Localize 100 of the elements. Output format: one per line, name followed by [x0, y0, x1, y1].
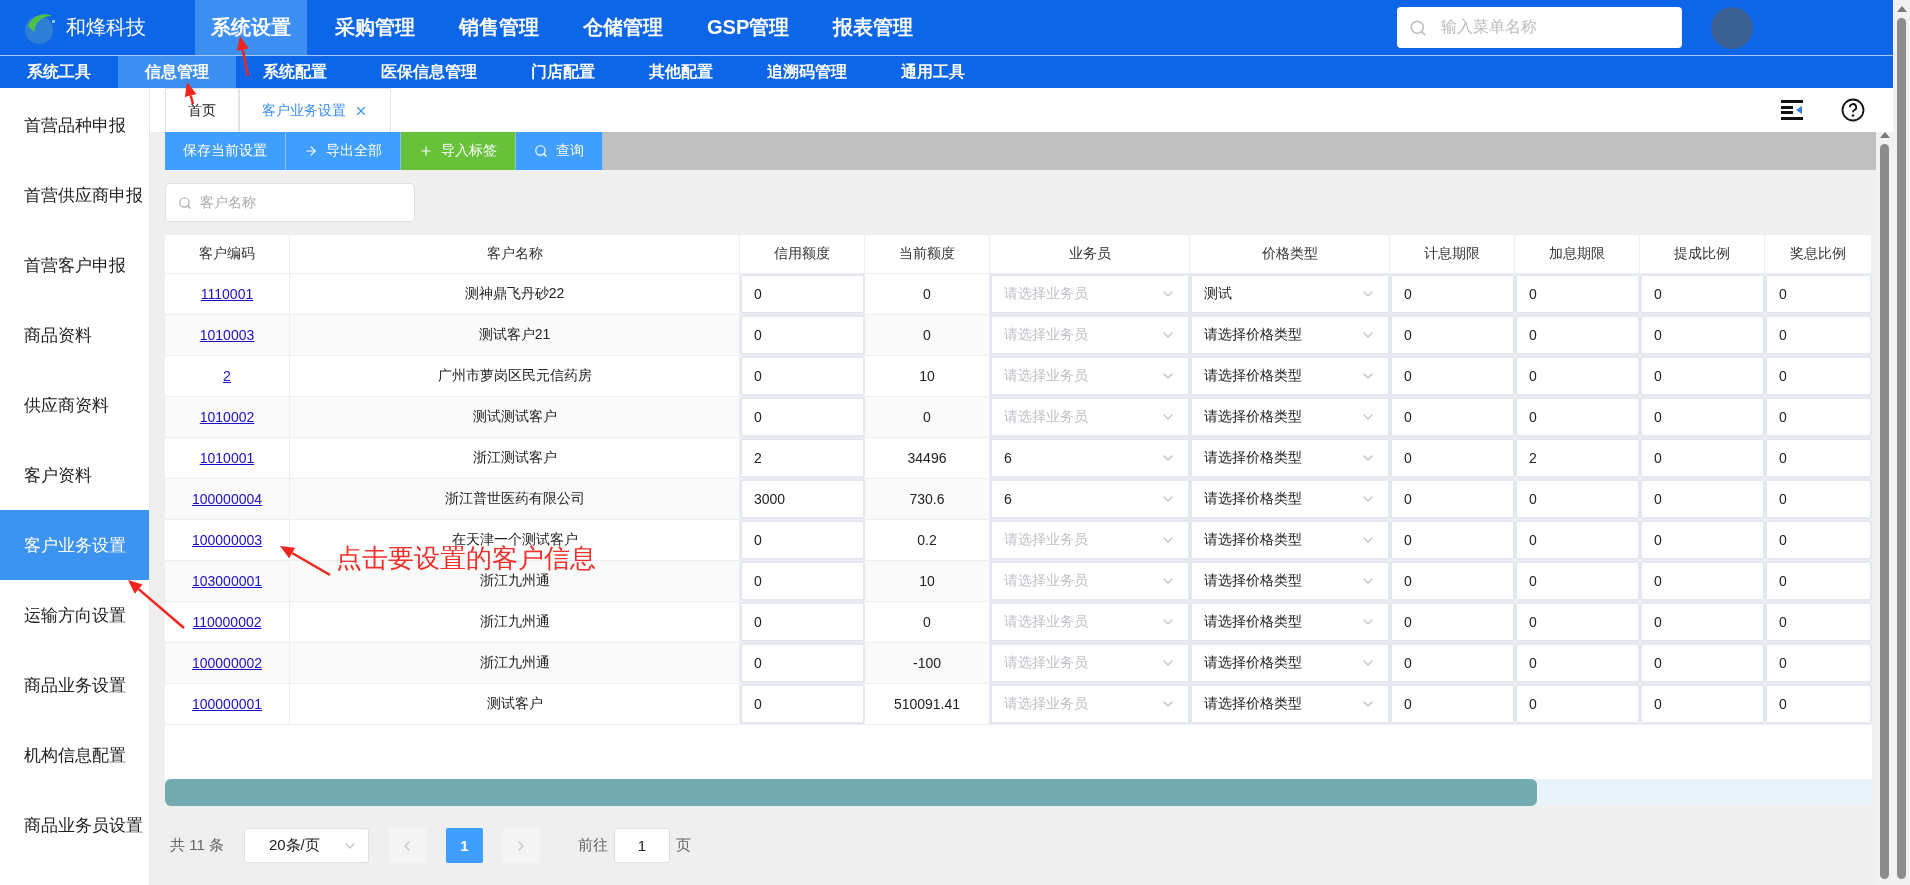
input-field[interactable]: 0: [1640, 643, 1765, 683]
sub-nav-tab[interactable]: 其他配置: [622, 56, 740, 88]
input-field[interactable]: 0: [1765, 438, 1872, 478]
input-field[interactable]: 0: [1765, 315, 1872, 355]
input-field[interactable]: 0: [1640, 561, 1765, 601]
input-field[interactable]: 0: [740, 602, 865, 642]
input-field[interactable]: 3000: [740, 479, 865, 519]
price-type-select[interactable]: 测试: [1190, 274, 1390, 314]
input-field[interactable]: 2: [740, 438, 865, 478]
input-field[interactable]: 0: [1515, 315, 1640, 355]
input-field[interactable]: 0: [1640, 274, 1765, 314]
page-tab[interactable]: 首页: [165, 88, 239, 132]
input-field[interactable]: 0: [1765, 397, 1872, 437]
price-type-select[interactable]: 请选择价格类型: [1190, 561, 1390, 601]
input-field[interactable]: 0: [1640, 356, 1765, 396]
input-field[interactable]: 0: [1390, 274, 1515, 314]
horizontal-scrollbar[interactable]: [165, 779, 1872, 806]
search-icon: [178, 195, 192, 210]
input-field[interactable]: 0: [1390, 397, 1515, 437]
top-nav-tab[interactable]: GSP管理: [691, 0, 806, 55]
page-scrollbar[interactable]: [1893, 0, 1910, 885]
input-field[interactable]: 0: [740, 397, 865, 437]
input-field[interactable]: 0: [1765, 520, 1872, 560]
salesman-select[interactable]: 6: [990, 438, 1190, 478]
input-field[interactable]: 0: [1640, 315, 1765, 355]
input-field[interactable]: 0: [1515, 274, 1640, 314]
customer-code-link[interactable]: 2: [223, 368, 231, 384]
price-type-select[interactable]: 请选择价格类型: [1190, 356, 1390, 396]
price-type-select[interactable]: 请选择价格类型: [1190, 643, 1390, 683]
input-field[interactable]: 0: [740, 520, 865, 560]
top-nav-tab[interactable]: 报表管理: [817, 0, 930, 55]
input-field[interactable]: 0: [1640, 684, 1765, 724]
input-field[interactable]: 0: [1765, 356, 1872, 396]
customer-code-link[interactable]: 1010001: [199, 450, 255, 466]
table-cell: -100: [865, 643, 990, 684]
sub-nav-tab[interactable]: 门店配置: [504, 56, 622, 88]
customer-code-link[interactable]: 110000002: [192, 614, 262, 630]
input-field[interactable]: 0: [1640, 520, 1765, 560]
customer-code-link[interactable]: 1010002: [199, 409, 255, 425]
input-field[interactable]: 0: [1765, 274, 1872, 314]
input-field[interactable]: 0: [1515, 643, 1640, 683]
customer-code-link[interactable]: 100000003: [191, 532, 263, 548]
page-number-input[interactable]: 1: [613, 828, 670, 863]
input-field[interactable]: 0: [1390, 561, 1515, 601]
salesman-select[interactable]: 6: [990, 479, 1190, 519]
price-type-select[interactable]: 请选择价格类型: [1190, 438, 1390, 478]
top-nav-tab[interactable]: 仓储管理: [567, 0, 679, 55]
input-field[interactable]: 0: [1515, 356, 1640, 396]
price-type-select[interactable]: 请选择价格类型: [1190, 479, 1390, 519]
input-field[interactable]: 0: [1390, 479, 1515, 519]
input-field[interactable]: 0: [1765, 602, 1872, 642]
input-field[interactable]: 0: [1390, 643, 1515, 683]
input-field[interactable]: 0: [740, 561, 865, 601]
input-field[interactable]: 0: [1515, 397, 1640, 437]
input-field[interactable]: 0: [1390, 602, 1515, 642]
input-field[interactable]: 0: [1640, 602, 1765, 642]
customer-code-link[interactable]: 100000001: [191, 696, 263, 712]
table-cell: 浙江测试客户: [290, 438, 740, 479]
sub-nav-tab[interactable]: 医保信息管理: [354, 56, 504, 88]
top-nav-tab[interactable]: 采购管理: [319, 0, 431, 55]
input-field[interactable]: 0: [1515, 520, 1640, 560]
customer-code-link[interactable]: 1110001: [200, 286, 254, 302]
input-field[interactable]: 0: [1515, 561, 1640, 601]
customer-code-link[interactable]: 1010003: [199, 327, 255, 343]
input-field[interactable]: 0: [1390, 356, 1515, 396]
price-type-select[interactable]: 请选择价格类型: [1190, 397, 1390, 437]
input-field[interactable]: 0: [1765, 643, 1872, 683]
price-type-select[interactable]: 请选择价格类型: [1190, 520, 1390, 560]
input-field[interactable]: 0: [740, 684, 865, 724]
help-icon[interactable]: [1841, 98, 1865, 122]
input-field[interactable]: 0: [1765, 684, 1872, 724]
price-type-select[interactable]: 请选择价格类型: [1190, 315, 1390, 355]
input-field[interactable]: 0: [1390, 438, 1515, 478]
input-field[interactable]: 0: [740, 356, 865, 396]
input-field[interactable]: 0: [1390, 315, 1515, 355]
input-field[interactable]: 0: [740, 274, 865, 314]
sub-nav-tab[interactable]: 系统工具: [0, 56, 118, 88]
menu-collapse-icon[interactable]: [1781, 100, 1803, 120]
input-field[interactable]: 0: [1765, 479, 1872, 519]
sub-nav-tab[interactable]: 追溯码管理: [740, 56, 874, 88]
table-cell: 510091.41: [865, 684, 990, 725]
top-nav-tab[interactable]: 销售管理: [443, 0, 555, 55]
input-field[interactable]: 0: [1640, 479, 1765, 519]
price-type-select[interactable]: 请选择价格类型: [1190, 684, 1390, 724]
input-field[interactable]: 2: [1515, 438, 1640, 478]
input-field[interactable]: 0: [1765, 561, 1872, 601]
input-field[interactable]: 0: [740, 643, 865, 683]
input-field[interactable]: 0: [1390, 520, 1515, 560]
price-type-select[interactable]: 请选择价格类型: [1190, 602, 1390, 642]
page-size-select[interactable]: 20条/页: [243, 828, 369, 863]
input-field[interactable]: 0: [1390, 684, 1515, 724]
input-field[interactable]: 0: [740, 315, 865, 355]
input-field[interactable]: 0: [1640, 397, 1765, 437]
input-field[interactable]: 0: [1515, 479, 1640, 519]
sub-nav-tab[interactable]: 通用工具: [874, 56, 992, 88]
input-field[interactable]: 0: [1515, 684, 1640, 724]
input-field[interactable]: 0: [1640, 438, 1765, 478]
input-field[interactable]: 0: [1515, 602, 1640, 642]
table-cell: 测试测试客户: [290, 397, 740, 438]
sub-nav-tab[interactable]: 系统配置: [236, 56, 354, 88]
